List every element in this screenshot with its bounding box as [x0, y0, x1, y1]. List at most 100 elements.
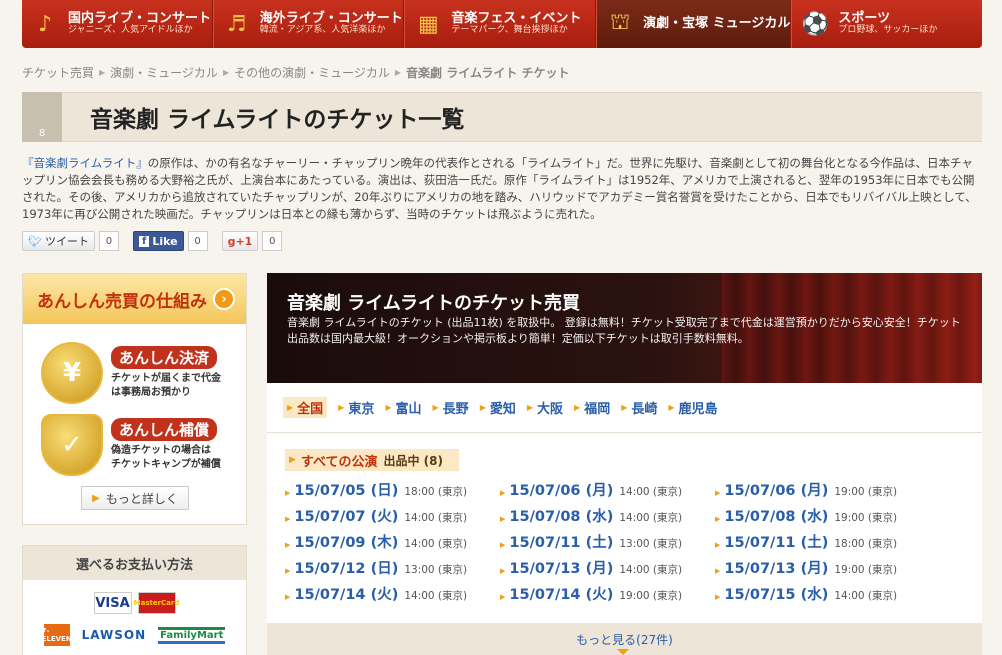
performance-header-label: すべての公演: [300, 454, 378, 470]
more-details-button[interactable]: ▶ もっと詳しく: [81, 486, 189, 510]
nav-overseas-live-icon: ♬: [226, 11, 247, 37]
anshin-guarantee-desc-1: 偽造チケットの場合は: [111, 445, 211, 456]
nav-theater-icon: ⛫: [609, 10, 631, 35]
nav-sports-icon: ⚽: [801, 11, 830, 37]
triangle-right-icon: ▶: [500, 567, 506, 575]
anshin-payment-title: あんしん決済: [111, 346, 218, 369]
performance-date-link[interactable]: ▶ 15/07/11 (土) 18:00 (東京): [715, 531, 965, 551]
performance-date-link[interactable]: ▶ 15/07/05 (日) 18:00 (東京): [285, 479, 500, 499]
performance-date-link[interactable]: ▶ 15/07/08 (水) 14:00 (東京): [500, 505, 715, 525]
area-filter-item[interactable]: ▶ 富山: [385, 398, 421, 417]
anshin-payment-desc-1: チケットが届くまで代金: [111, 373, 221, 384]
breadcrumb-item[interactable]: 演劇・ミュージカル: [110, 64, 218, 81]
anshin-payment-desc-2: は事務局お預かり: [111, 387, 191, 398]
area-filter-item[interactable]: ▶ 福岡: [574, 398, 610, 417]
triangle-right-icon: ▶: [479, 403, 486, 412]
performance-time: 14:00 (東京): [834, 590, 898, 602]
tweet-button[interactable]: 🐦︎ ツイート: [22, 231, 95, 251]
top-nav: ♪ 国内ライブ・コンサート ジャニーズ、人気アイドルほか ♬ 海外ライブ・コンサート 韓流…: [22, 0, 982, 48]
performance-date: 15/07/08 (水): [724, 509, 829, 525]
hero-title: 音楽劇 ライムライトのチケット売買: [287, 293, 581, 314]
triangle-right-icon: ▶: [668, 403, 675, 412]
performance-date-link[interactable]: ▶ 15/07/06 (月) 14:00 (東京): [500, 479, 715, 499]
see-more-button[interactable]: もっと見る(27件): [267, 623, 982, 655]
performance-date: 15/07/06 (月): [724, 483, 829, 499]
area-filter-item[interactable]: ▶ 長野: [433, 398, 469, 417]
performance-list: ▶ すべての公演 出品中 (8) ▶ 15/07/05 (日) 18:00 (東京) ▶ 1…: [267, 433, 982, 623]
triangle-right-icon: ▶: [289, 455, 296, 465]
performance-date-link[interactable]: ▶ 15/07/09 (木) 14:00 (東京): [285, 531, 500, 551]
breadcrumb: チケット売買 ▶ 演劇・ミュージカル ▶ その他の演劇・ミュージカル ▶ 音楽劇 ライムライ…: [22, 64, 570, 81]
performance-date: 15/07/12 (日): [294, 561, 399, 577]
description-text: の原作は、かの有名なチャーリー・チャップリン晩年の代表作とされる「ライムライト」…: [22, 156, 977, 221]
nav-festival[interactable]: ▦ 音楽フェス・イベント テーマパーク、舞台挨拶ほか: [404, 0, 597, 48]
seven-eleven-logo: 7-ELEVEN: [42, 624, 72, 646]
performance-date-link[interactable]: ▶ 15/07/14 (火) 19:00 (東京): [500, 583, 715, 603]
area-filter-item[interactable]: ▶ 愛知: [480, 398, 516, 417]
performance-date-link[interactable]: ▶ 15/07/06 (月) 19:00 (東京): [715, 479, 965, 499]
hero-text: 音楽劇 ライムライトのチケット (出品11枚) を取扱中。 登録は無料！チケット…: [287, 316, 961, 345]
breadcrumb-item[interactable]: その他の演劇・ミュージカル: [234, 64, 390, 81]
performance-date-link[interactable]: ▶ 15/07/13 (月) 19:00 (東京): [715, 557, 965, 577]
performance-date-link[interactable]: ▶ 15/07/08 (水) 19:00 (東京): [715, 505, 965, 525]
anshin-guarantee-desc-2: チケットキャンプが補償: [111, 459, 221, 470]
title-bar: 8 音楽劇 ライムライトのチケット一覧: [22, 92, 982, 142]
page-title: 音楽劇 ライムライトのチケット一覧: [90, 107, 465, 133]
area-filter-item[interactable]: ▶ 全国: [283, 397, 328, 418]
performance-date: 15/07/05 (日): [294, 483, 399, 499]
area-label: 福岡: [584, 402, 611, 417]
description-link[interactable]: 『音楽劇ライムライト』: [22, 156, 148, 170]
breadcrumb-separator-icon: ▶: [394, 68, 402, 77]
breadcrumb-separator-icon: ▶: [99, 68, 106, 77]
triangle-right-icon: ▶: [715, 515, 721, 523]
gplus-button[interactable]: g +1: [221, 231, 259, 251]
chevron-right-icon: ›: [213, 288, 235, 310]
triangle-right-icon: ▶: [715, 593, 721, 601]
gplus-icon: g: [227, 234, 236, 248]
anshin-header[interactable]: あんしん売買の仕組み ›: [23, 274, 246, 324]
performance-date-link[interactable]: ▶ 15/07/11 (土) 13:00 (東京): [500, 531, 715, 551]
breadcrumb-item: 音楽劇 ライムライト チケット: [406, 66, 570, 80]
area-label: 鹿児島: [678, 402, 718, 417]
area-filter-item[interactable]: ▶ 長崎: [621, 398, 657, 417]
triangle-right-icon: ▶: [715, 541, 721, 549]
description: 『音楽劇ライムライト』の原作は、かの有名なチャーリー・チャップリン晩年の代表作と…: [22, 155, 982, 223]
performance-date: 15/07/13 (月): [724, 561, 829, 577]
performance-date-link[interactable]: ▶ 15/07/14 (火) 14:00 (東京): [285, 583, 500, 603]
payment-header: 選べるお支払い方法: [23, 546, 246, 580]
nav-sports[interactable]: ⚽ スポーツ プロ野球、サッカーほか: [791, 0, 982, 48]
triangle-right-icon: ▶: [500, 593, 506, 601]
nav-theater[interactable]: ⛫ 演劇・宝塚 ミュージカル: [596, 0, 792, 48]
tweet-widget: 🐦︎ ツイート 0: [22, 231, 119, 251]
performance-time: 14:00 (東京): [404, 512, 468, 524]
area-label: 全国: [297, 402, 324, 417]
performance-date-link[interactable]: ▶ 15/07/13 (月) 14:00 (東京): [500, 557, 715, 577]
triangle-right-icon: ▶: [285, 489, 291, 497]
triangle-right-icon: ▶: [500, 515, 506, 523]
card-logos: VISA MasterCard: [23, 592, 246, 614]
genre-icon: 8: [22, 92, 62, 142]
nav-overseas-live[interactable]: ♬ 海外ライブ・コンサート 韓流・アジア系、人気洋楽ほか: [212, 0, 405, 48]
performance-time: 14:00 (東京): [619, 564, 683, 576]
performance-date: 15/07/08 (水): [509, 509, 614, 525]
nav-domestic-live[interactable]: ♪ 国内ライブ・コンサート ジャニーズ、人気アイドルほか: [22, 0, 213, 48]
area-filter-item[interactable]: ▶ 大阪: [527, 398, 563, 417]
more-details-label: もっと詳しく: [105, 491, 178, 506]
performance-date-link[interactable]: ▶ 15/07/15 (水) 14:00 (東京): [715, 583, 965, 603]
anshin-panel: あんしん売買の仕組み › ¥ あんしん決済 チケットが届くまで代金 は事務局お預かり…: [22, 273, 247, 525]
performance-time: 14:00 (東京): [404, 538, 468, 550]
triangle-right-icon: ▶: [621, 403, 628, 412]
triangle-right-icon: ▶: [385, 403, 392, 412]
performance-time: 19:00 (東京): [834, 512, 898, 524]
area-filter-item[interactable]: ▶ 東京: [338, 398, 374, 417]
area-filter-item[interactable]: ▶ 鹿児島: [668, 398, 717, 417]
triangle-right-icon: ▶: [715, 489, 721, 497]
like-widget: f Like 0: [132, 231, 208, 251]
breadcrumb-item[interactable]: チケット売買: [22, 64, 94, 81]
like-button[interactable]: f Like: [132, 231, 184, 251]
genre-icon-number: 8: [38, 128, 46, 139]
nav-festival-icon: ▦: [417, 11, 439, 37]
performance-date-link[interactable]: ▶ 15/07/12 (日) 13:00 (東京): [285, 557, 500, 577]
performance-time: 14:00 (東京): [404, 590, 468, 602]
performance-date-link[interactable]: ▶ 15/07/07 (火) 14:00 (東京): [285, 505, 500, 525]
